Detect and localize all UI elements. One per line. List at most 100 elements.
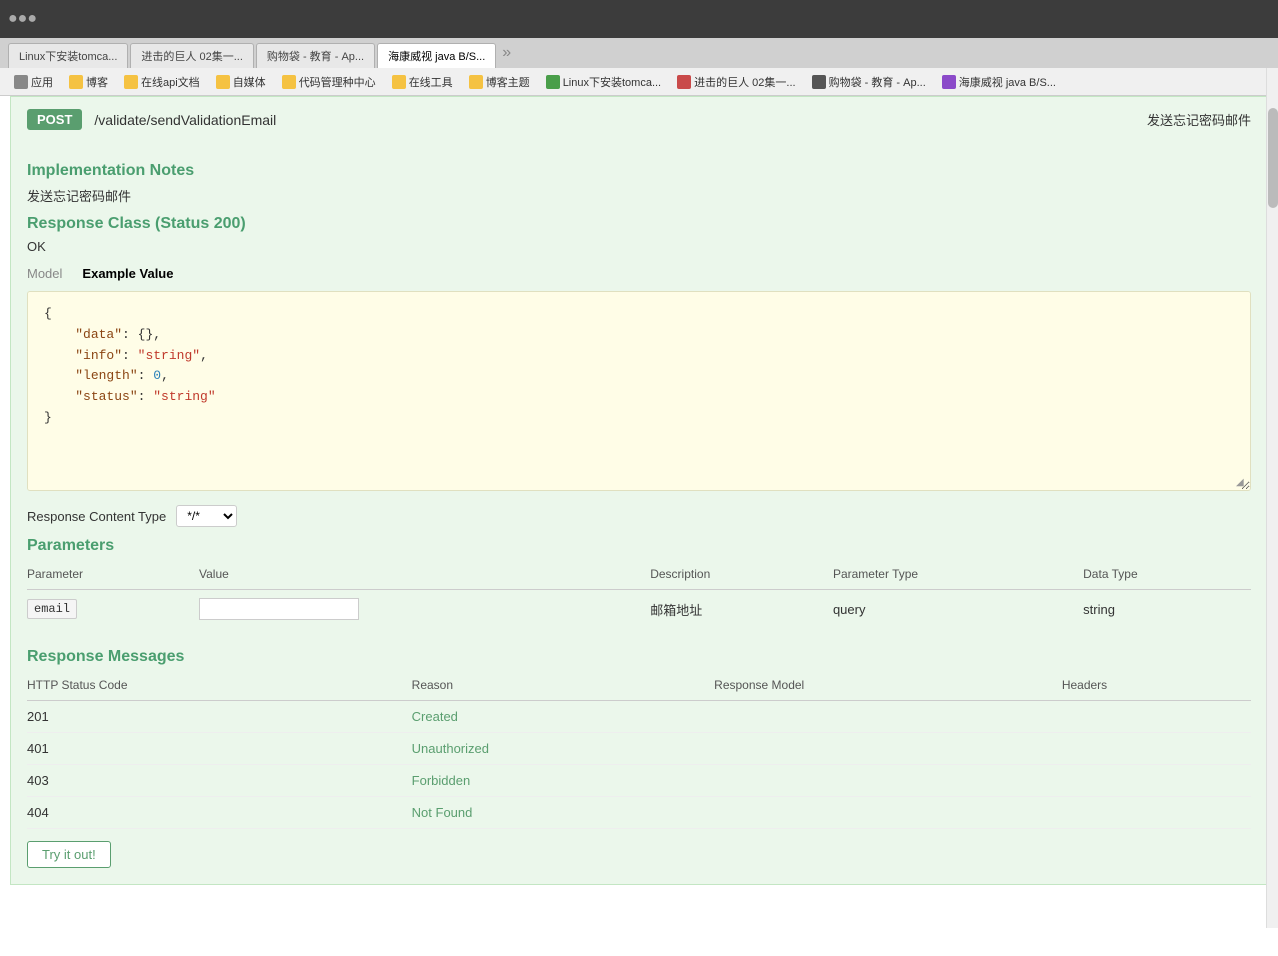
bm-apple[interactable]: 购物袋 - 教育 - Ap... <box>806 72 932 92</box>
param-row-email: email 邮箱地址 query string <box>27 590 1251 629</box>
reason-401: Unauthorized <box>412 733 715 765</box>
status-403: 403 <box>27 765 412 797</box>
folder-icon <box>469 75 483 89</box>
tab-shopping[interactable]: 购物袋 - 教育 - Ap... <box>256 43 375 68</box>
bm-attack-label: 进击的巨人 02集一... <box>694 74 795 90</box>
param-desc-email: 邮箱地址 <box>650 590 833 629</box>
apps-icon <box>14 75 28 89</box>
model-404 <box>714 797 1062 829</box>
status-201: 201 <box>27 701 412 733</box>
col-http-status-code: HTTP Status Code <box>27 674 412 701</box>
implementation-notes-desc: 发送忘记密码邮件 <box>27 186 1251 205</box>
reason-201: Created <box>412 701 715 733</box>
bm-api-docs-label: 在线api文档 <box>141 74 200 90</box>
col-response-model: Response Model <box>714 674 1062 701</box>
headers-403 <box>1062 765 1251 797</box>
bm-theme[interactable]: 博客主题 <box>463 72 536 92</box>
bm-linux-label: Linux下安装tomca... <box>563 74 661 90</box>
response-row-401: 401 Unauthorized <box>27 733 1251 765</box>
headers-401 <box>1062 733 1251 765</box>
model-401 <box>714 733 1062 765</box>
tab-attack[interactable]: 进击的巨人 02集一... <box>130 43 253 68</box>
api-title-right: 发送忘记密码邮件 <box>1147 110 1251 129</box>
tab-haikang[interactable]: 海康威视 java B/S... <box>377 43 496 68</box>
implementation-notes-heading: Implementation Notes <box>27 162 1251 180</box>
folder-icon <box>282 75 296 89</box>
section-body: Implementation Notes 发送忘记密码邮件 Response C… <box>11 142 1267 884</box>
response-content-type-row: Response Content Type */* <box>27 505 1251 527</box>
json-line4: "length": 0, <box>44 366 1234 387</box>
response-messages-table: HTTP Status Code Reason Response Model H… <box>27 674 1251 829</box>
api-section: POST /validate/sendValidationEmail 发送忘记密… <box>10 96 1268 885</box>
reason-404: Not Found <box>412 797 715 829</box>
main-content: POST /validate/sendValidationEmail 发送忘记密… <box>0 96 1278 956</box>
col-parameter-type: Parameter Type <box>833 563 1083 590</box>
param-name-email: email <box>27 599 77 619</box>
model-403 <box>714 765 1062 797</box>
bm-media[interactable]: 自媒体 <box>210 72 272 92</box>
try-it-out-button[interactable]: Try it out! <box>27 841 111 868</box>
bm-linux[interactable]: Linux下安装tomca... <box>540 72 667 92</box>
tab-linux[interactable]: Linux下安装tomca... <box>8 43 128 68</box>
col-reason: Reason <box>412 674 715 701</box>
headers-201 <box>1062 701 1251 733</box>
response-class-heading: Response Class (Status 200) <box>27 215 1251 233</box>
json-line5: "status": "string" <box>44 387 1234 408</box>
response-row-201: 201 Created <box>27 701 1251 733</box>
green-icon <box>546 75 560 89</box>
status-401: 401 <box>27 733 412 765</box>
red-icon <box>677 75 691 89</box>
bm-apple-label: 购物袋 - 教育 - Ap... <box>829 74 926 90</box>
bm-media-label: 自媒体 <box>233 74 266 90</box>
bm-blog[interactable]: 博客 <box>63 72 114 92</box>
method-badge: POST <box>27 109 82 130</box>
bm-apps-label: 应用 <box>31 74 53 90</box>
bookmark-bar: 应用 博客 在线api文档 自媒体 代码管理种中心 在线工具 博客主题 Linu… <box>0 68 1278 96</box>
col-parameter: Parameter <box>27 563 199 590</box>
resize-handle[interactable]: ◢ <box>1236 476 1248 488</box>
folder-icon <box>124 75 138 89</box>
bm-apps[interactable]: 应用 <box>8 72 59 92</box>
browser-bar: ●●● <box>0 0 1278 38</box>
param-type-email: query <box>833 590 1083 629</box>
response-row-404: 404 Not Found <box>27 797 1251 829</box>
bm-attack-on-titan[interactable]: 进击的巨人 02集一... <box>671 72 801 92</box>
post-bar: POST /validate/sendValidationEmail 发送忘记密… <box>11 97 1267 142</box>
bm-tools[interactable]: 在线工具 <box>386 72 459 92</box>
col-data-type: Data Type <box>1083 563 1251 590</box>
content-type-select[interactable]: */* <box>176 505 237 527</box>
response-class-ok: OK <box>27 239 1251 254</box>
json-line1: { <box>44 304 1234 325</box>
response-content-type-label: Response Content Type <box>27 509 166 524</box>
more-tabs-icon[interactable]: » <box>502 44 511 62</box>
bm-api-docs[interactable]: 在线api文档 <box>118 72 206 92</box>
model-tabs: Model Example Value <box>27 264 1251 283</box>
bm-code[interactable]: 代码管理种中心 <box>276 72 382 92</box>
bm-blog-label: 博客 <box>86 74 108 90</box>
purple-icon <box>942 75 956 89</box>
folder-icon <box>392 75 406 89</box>
reason-403: Forbidden <box>412 765 715 797</box>
bm-theme-label: 博客主题 <box>486 74 530 90</box>
example-value-tab[interactable]: Example Value <box>78 264 177 283</box>
api-url: /validate/sendValidationEmail <box>94 112 276 128</box>
browser-tabs: Linux下安装tomca... 进击的巨人 02集一... 购物袋 - 教育 … <box>0 38 1278 68</box>
apple-icon <box>812 75 826 89</box>
col-description: Description <box>650 563 833 590</box>
scrollbar[interactable] <box>1266 68 1278 928</box>
json-line6: } <box>44 408 1234 429</box>
parameters-table: Parameter Value Description Parameter Ty… <box>27 563 1251 628</box>
parameters-heading: Parameters <box>27 537 1251 555</box>
col-headers: Headers <box>1062 674 1251 701</box>
response-row-403: 403 Forbidden <box>27 765 1251 797</box>
param-input-email[interactable] <box>199 598 359 620</box>
json-example-block: { "data": {}, "info": "string", "length"… <box>27 291 1251 491</box>
bm-haikang-label: 海康威视 java B/S... <box>959 74 1056 90</box>
status-404: 404 <box>27 797 412 829</box>
scrollbar-thumb[interactable] <box>1268 108 1278 208</box>
bm-tools-label: 在线工具 <box>409 74 453 90</box>
model-201 <box>714 701 1062 733</box>
bm-haikang[interactable]: 海康威视 java B/S... <box>936 72 1062 92</box>
json-line2: "data": {}, <box>44 325 1234 346</box>
headers-404 <box>1062 797 1251 829</box>
